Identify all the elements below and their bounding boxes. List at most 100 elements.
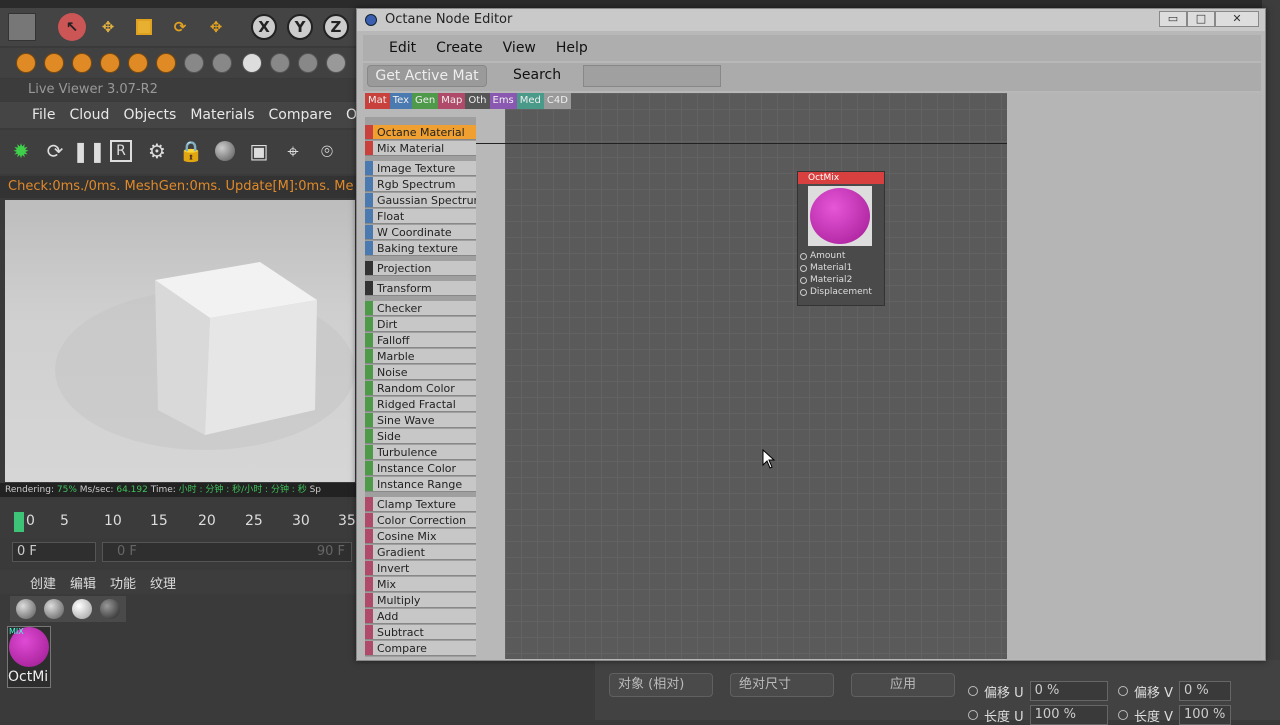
pin-icon[interactable]: ⌖ — [280, 138, 306, 164]
node-list-item[interactable]: Mix — [365, 577, 476, 592]
node-list-item[interactable]: Projection — [365, 261, 476, 276]
node-list-item[interactable]: Gaussian Spectrum — [365, 193, 476, 208]
radio-icon[interactable] — [1118, 686, 1128, 696]
length-v-row[interactable]: 长度 V 100 % — [1118, 705, 1232, 725]
tab-c4d[interactable]: C4D — [543, 93, 571, 109]
node-list-item[interactable]: Instance Range — [365, 477, 476, 492]
refresh-icon[interactable]: ⟳ — [42, 138, 68, 164]
node-list-item[interactable]: Gradient — [365, 545, 476, 560]
render-picture-button[interactable] — [72, 53, 92, 73]
get-active-mat-button[interactable]: Get Active Mat — [367, 65, 487, 87]
node-list-item[interactable]: Octane Material — [365, 125, 476, 140]
node-list-item[interactable]: Image Texture — [365, 161, 476, 176]
view-option-button-2[interactable] — [212, 53, 232, 73]
node-list-item[interactable]: Cosine Mix — [365, 529, 476, 544]
timeline[interactable]: 0 5 10 15 20 25 30 35 — [0, 500, 360, 538]
mat-menu-texture[interactable]: 纹理 — [150, 573, 176, 592]
mat-menu-function[interactable]: 功能 — [110, 573, 136, 592]
settings-icon[interactable]: ⚙ — [144, 138, 170, 164]
node-header[interactable]: OctMix — [798, 172, 884, 184]
node-list-item[interactable]: Float — [365, 209, 476, 224]
apply-button[interactable]: 应用 — [851, 673, 955, 697]
tab-med[interactable]: Med — [516, 93, 544, 109]
render-view-button[interactable] — [16, 53, 36, 73]
node-list-item[interactable]: Ridged Fractal — [365, 397, 476, 412]
node-list-item[interactable]: Color Correction — [365, 513, 476, 528]
x-axis-button[interactable]: X — [250, 13, 278, 41]
bend-icon[interactable] — [326, 53, 346, 73]
frame-icon[interactable]: ▣ — [246, 138, 272, 164]
z-axis-button[interactable]: Z — [322, 13, 350, 41]
lock-icon[interactable]: 🔒 — [178, 138, 204, 164]
render-queue-button[interactable] — [128, 53, 148, 73]
view-option-button[interactable] — [184, 53, 204, 73]
lv-menu-cloud[interactable]: Cloud — [69, 107, 109, 123]
minimize-button[interactable]: ▭ — [1159, 11, 1187, 27]
node-list-item[interactable]: Subtract — [365, 625, 476, 640]
gear-green-icon[interactable]: ✹ — [8, 138, 34, 164]
node-list-item[interactable]: Instance Color — [365, 461, 476, 476]
lv-menu-compare[interactable]: Compare — [269, 107, 333, 123]
node-list-item[interactable]: Add — [365, 609, 476, 624]
offset-u-field[interactable]: 0 % — [1029, 681, 1108, 701]
lv-menu-objects[interactable]: Objects — [123, 107, 176, 123]
offset-v-field[interactable]: 0 % — [1179, 681, 1232, 701]
pause-icon[interactable]: ❚❚ — [72, 138, 106, 164]
size-mode-select[interactable]: 绝对尺寸 — [730, 673, 834, 697]
node-list-item[interactable]: Dirt — [365, 317, 476, 332]
pin-displacement[interactable]: Displacement — [798, 286, 884, 298]
tab-tex[interactable]: Tex — [389, 93, 412, 109]
radio-icon[interactable] — [968, 710, 978, 720]
transform-tool-button[interactable]: ✥ — [202, 13, 230, 41]
undo-button[interactable] — [8, 13, 36, 41]
node-list-item[interactable]: Baking texture — [365, 241, 476, 256]
menu-edit[interactable]: Edit — [389, 40, 416, 56]
mat-menu-edit[interactable]: 编辑 — [70, 573, 96, 592]
rotate-tool-button[interactable]: ⟳ — [166, 13, 194, 41]
window-titlebar[interactable]: Octane Node Editor — [357, 9, 1265, 31]
scale-tool-button[interactable] — [130, 13, 158, 41]
tab-mat[interactable]: Mat — [365, 93, 390, 109]
node-list-item[interactable]: Checker — [365, 301, 476, 316]
radio-icon[interactable] — [1118, 710, 1128, 720]
menu-view[interactable]: View — [503, 40, 536, 56]
offset-u-row[interactable]: 偏移 U 0 % — [968, 681, 1108, 701]
tab-ems[interactable]: Ems — [489, 93, 517, 109]
node-list-item[interactable]: Sine Wave — [365, 413, 476, 428]
node-list-item[interactable]: Rgb Spectrum — [365, 177, 476, 192]
playhead[interactable] — [14, 512, 24, 532]
material-ball-icon[interactable] — [44, 599, 64, 619]
radio-icon[interactable] — [968, 686, 978, 696]
pin-material2[interactable]: Material2 — [798, 274, 884, 286]
length-v-field[interactable]: 100 % — [1179, 705, 1232, 725]
lv-menu-materials[interactable]: Materials — [190, 107, 254, 123]
globe-icon[interactable] — [242, 53, 262, 73]
cube-icon[interactable] — [298, 53, 318, 73]
node-list-item[interactable]: Turbulence — [365, 445, 476, 460]
node-list-item[interactable]: W Coordinate — [365, 225, 476, 240]
node-list-item[interactable]: Clamp Texture — [365, 497, 476, 512]
close-button[interactable]: ✕ — [1215, 11, 1259, 27]
frame-range-slider[interactable]: 0 F 90 F — [102, 542, 352, 562]
material-ball-icon[interactable] — [72, 599, 92, 619]
tab-oth[interactable]: Oth — [465, 93, 490, 109]
material-ball-icon[interactable] — [212, 138, 238, 164]
node-list-item[interactable]: Invert — [365, 561, 476, 576]
sphere-icon[interactable] — [270, 53, 290, 73]
lv-menu-file[interactable]: File — [32, 107, 55, 123]
length-u-row[interactable]: 长度 U 100 % — [968, 705, 1108, 725]
node-list-item[interactable]: Transform — [365, 281, 476, 296]
offset-v-row[interactable]: 偏移 V 0 % — [1118, 681, 1232, 701]
render-viewport[interactable] — [5, 200, 355, 482]
node-list-item[interactable]: Random Color — [365, 381, 476, 396]
length-u-field[interactable]: 100 % — [1029, 705, 1108, 725]
maximize-button[interactable]: □ — [1187, 11, 1215, 27]
coordinate-mode-select[interactable]: 对象 (相对) — [609, 673, 713, 697]
node-list-item[interactable]: Marble — [365, 349, 476, 364]
render-region-button[interactable] — [44, 53, 64, 73]
y-axis-button[interactable]: Y — [286, 13, 314, 41]
node-list-item[interactable]: Side — [365, 429, 476, 444]
search-input[interactable] — [583, 65, 721, 87]
region-r-icon[interactable]: R — [110, 140, 132, 162]
tab-map[interactable]: Map — [438, 93, 466, 109]
